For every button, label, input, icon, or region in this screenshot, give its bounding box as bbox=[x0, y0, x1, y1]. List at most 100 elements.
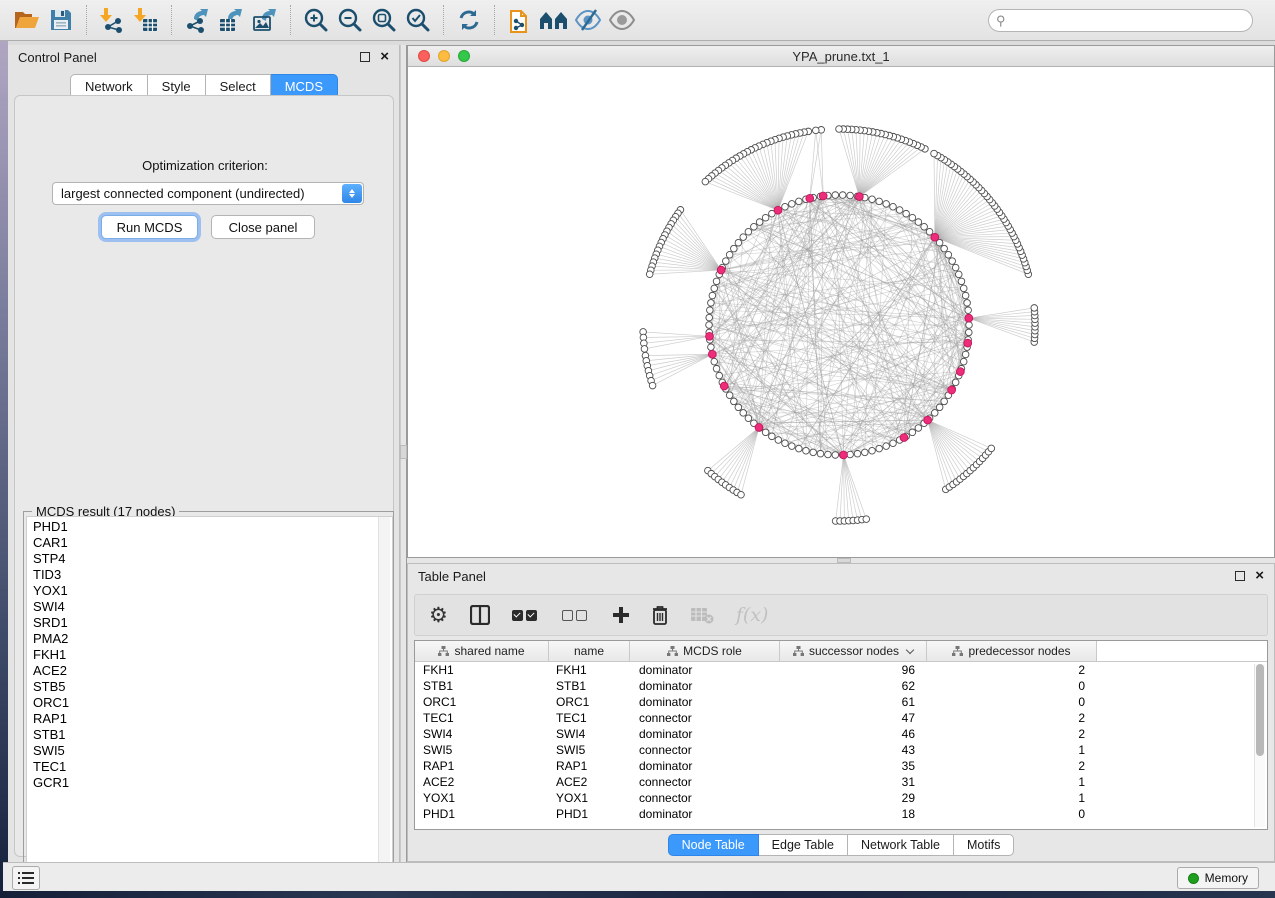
import-table-icon[interactable] bbox=[129, 4, 163, 36]
close-window-icon[interactable] bbox=[418, 50, 430, 62]
table-row[interactable]: SWI4SWI4dominator462 bbox=[415, 726, 1267, 742]
tab-node-table[interactable]: Node Table bbox=[668, 834, 759, 856]
column-header-successor-nodes[interactable]: successor nodes bbox=[780, 641, 927, 662]
search-field[interactable]: ⚲ bbox=[988, 9, 1253, 32]
hide-selected-icon[interactable] bbox=[571, 4, 605, 36]
import-network-icon[interactable] bbox=[95, 4, 129, 36]
mcds-result-item[interactable]: TEC1 bbox=[33, 759, 392, 775]
save-session-icon[interactable] bbox=[44, 4, 78, 36]
table-row[interactable]: TEC1TEC1connector472 bbox=[415, 710, 1267, 726]
table-cell bbox=[1097, 758, 1267, 774]
column-header-predecessor-nodes[interactable]: predecessor nodes bbox=[927, 641, 1097, 662]
maximize-window-icon[interactable] bbox=[458, 50, 470, 62]
add-column-icon[interactable] bbox=[612, 600, 630, 630]
export-table-icon[interactable] bbox=[214, 4, 248, 36]
deselect-all-icon[interactable] bbox=[562, 600, 590, 630]
mcds-result-item[interactable]: RAP1 bbox=[33, 711, 392, 727]
zoom-fit-icon[interactable] bbox=[367, 4, 401, 36]
node-table[interactable]: shared namename MCDS role successor nodesp… bbox=[414, 640, 1268, 830]
mcds-result-list[interactable]: PHD1CAR1STP4TID3YOX1SWI4SRD1PMA2FKH1ACE2… bbox=[26, 516, 393, 882]
close-panel-icon[interactable]: × bbox=[380, 52, 389, 62]
vertical-splitter[interactable] bbox=[400, 45, 407, 862]
network-canvas[interactable] bbox=[408, 67, 1274, 557]
table-cell: STB1 bbox=[549, 678, 630, 694]
select-all-icon[interactable] bbox=[512, 600, 540, 630]
show-all-icon[interactable] bbox=[605, 4, 639, 36]
criterion-select[interactable]: largest connected component (undirected) bbox=[52, 182, 364, 205]
table-cell bbox=[1097, 774, 1267, 790]
mcds-result-item[interactable]: YOX1 bbox=[33, 583, 392, 599]
minimize-window-icon[interactable] bbox=[438, 50, 450, 62]
network-window-titlebar[interactable]: YPA_prune.txt_1 bbox=[408, 46, 1274, 67]
mcds-result-item[interactable]: STB1 bbox=[33, 727, 392, 743]
float-panel-icon[interactable] bbox=[1235, 571, 1245, 581]
table-row[interactable]: YOX1YOX1connector291 bbox=[415, 790, 1267, 806]
memory-button[interactable]: Memory bbox=[1177, 867, 1259, 889]
mcds-result-item[interactable]: FKH1 bbox=[33, 647, 392, 663]
mcds-result-item[interactable]: STB5 bbox=[33, 679, 392, 695]
zoom-selected-icon[interactable] bbox=[401, 4, 435, 36]
table-cell: TEC1 bbox=[415, 710, 549, 726]
table-scrollbar[interactable] bbox=[1254, 664, 1265, 827]
table-cell: 29 bbox=[780, 790, 927, 806]
table-cell: YOX1 bbox=[549, 790, 630, 806]
close-panel-button[interactable]: Close panel bbox=[211, 215, 315, 239]
table-row[interactable]: PHD1PHD1dominator180 bbox=[415, 806, 1267, 822]
run-mcds-button[interactable]: Run MCDS bbox=[101, 215, 198, 239]
mcds-list-scrollbar[interactable] bbox=[378, 517, 390, 881]
mcds-result-item[interactable]: TID3 bbox=[33, 567, 392, 583]
mcds-result-item[interactable]: STP4 bbox=[33, 551, 392, 567]
mcds-result-item[interactable]: GCR1 bbox=[33, 775, 392, 791]
table-cell: YOX1 bbox=[415, 790, 549, 806]
task-history-button[interactable] bbox=[12, 866, 40, 890]
table-cell: connector bbox=[630, 774, 780, 790]
tab-network-table[interactable]: Network Table bbox=[848, 834, 954, 856]
table-cell: TEC1 bbox=[549, 710, 630, 726]
mcds-result-item[interactable]: PHD1 bbox=[33, 519, 392, 535]
sort-descending-icon bbox=[906, 645, 914, 653]
open-file-icon[interactable] bbox=[10, 4, 44, 36]
mcds-result-item[interactable]: SRD1 bbox=[33, 615, 392, 631]
export-image-icon[interactable] bbox=[248, 4, 282, 36]
mcds-result-item[interactable]: PMA2 bbox=[33, 631, 392, 647]
function-builder-icon: f(x) bbox=[736, 600, 769, 630]
column-header-shared-name[interactable]: shared name bbox=[415, 641, 549, 662]
select-stepper-icon[interactable] bbox=[342, 184, 362, 203]
mcds-result-item[interactable]: CAR1 bbox=[33, 535, 392, 551]
table-cell: ORC1 bbox=[415, 694, 549, 710]
search-input[interactable] bbox=[988, 9, 1253, 32]
table-row[interactable]: ORC1ORC1dominator610 bbox=[415, 694, 1267, 710]
table-row[interactable]: STB1STB1dominator620 bbox=[415, 678, 1267, 694]
splitter-grip[interactable] bbox=[400, 445, 407, 459]
zoom-in-icon[interactable] bbox=[299, 4, 333, 36]
gear-icon[interactable]: ⚙ bbox=[429, 600, 448, 630]
window-controls bbox=[418, 50, 470, 62]
table-tabs: Node TableEdge TableNetwork TableMotifs bbox=[668, 834, 1015, 856]
new-network-from-selection-icon[interactable] bbox=[503, 4, 537, 36]
export-network-icon[interactable] bbox=[180, 4, 214, 36]
scrollbar-thumb[interactable] bbox=[1256, 664, 1264, 756]
column-header-name[interactable]: name bbox=[549, 641, 630, 662]
column-label: MCDS role bbox=[683, 644, 742, 658]
table-row[interactable]: SWI5SWI5connector431 bbox=[415, 742, 1267, 758]
table-row[interactable]: RAP1RAP1dominator352 bbox=[415, 758, 1267, 774]
status-bar: Memory bbox=[3, 862, 1275, 891]
tab-edge-table[interactable]: Edge Table bbox=[759, 834, 848, 856]
close-panel-icon[interactable]: × bbox=[1255, 571, 1264, 581]
table-row[interactable]: FKH1FKH1dominator962 bbox=[415, 662, 1267, 678]
columns-icon[interactable] bbox=[470, 600, 490, 630]
float-panel-icon[interactable] bbox=[360, 52, 370, 62]
refresh-layout-icon[interactable] bbox=[452, 4, 486, 36]
mcds-result-item[interactable]: SWI5 bbox=[33, 743, 392, 759]
zoom-out-icon[interactable] bbox=[333, 4, 367, 36]
mcds-result-item[interactable]: ACE2 bbox=[33, 663, 392, 679]
table-row[interactable]: ACE2ACE2connector311 bbox=[415, 774, 1267, 790]
column-header-MCDS-role[interactable]: MCDS role bbox=[630, 641, 780, 662]
tab-motifs[interactable]: Motifs bbox=[954, 834, 1014, 856]
table-cell: FKH1 bbox=[415, 662, 549, 678]
mcds-result-item[interactable]: ORC1 bbox=[33, 695, 392, 711]
first-neighbors-icon[interactable] bbox=[537, 4, 571, 36]
mcds-result-item[interactable]: SWI4 bbox=[33, 599, 392, 615]
table-cell: ORC1 bbox=[549, 694, 630, 710]
delete-column-icon[interactable] bbox=[652, 600, 668, 630]
